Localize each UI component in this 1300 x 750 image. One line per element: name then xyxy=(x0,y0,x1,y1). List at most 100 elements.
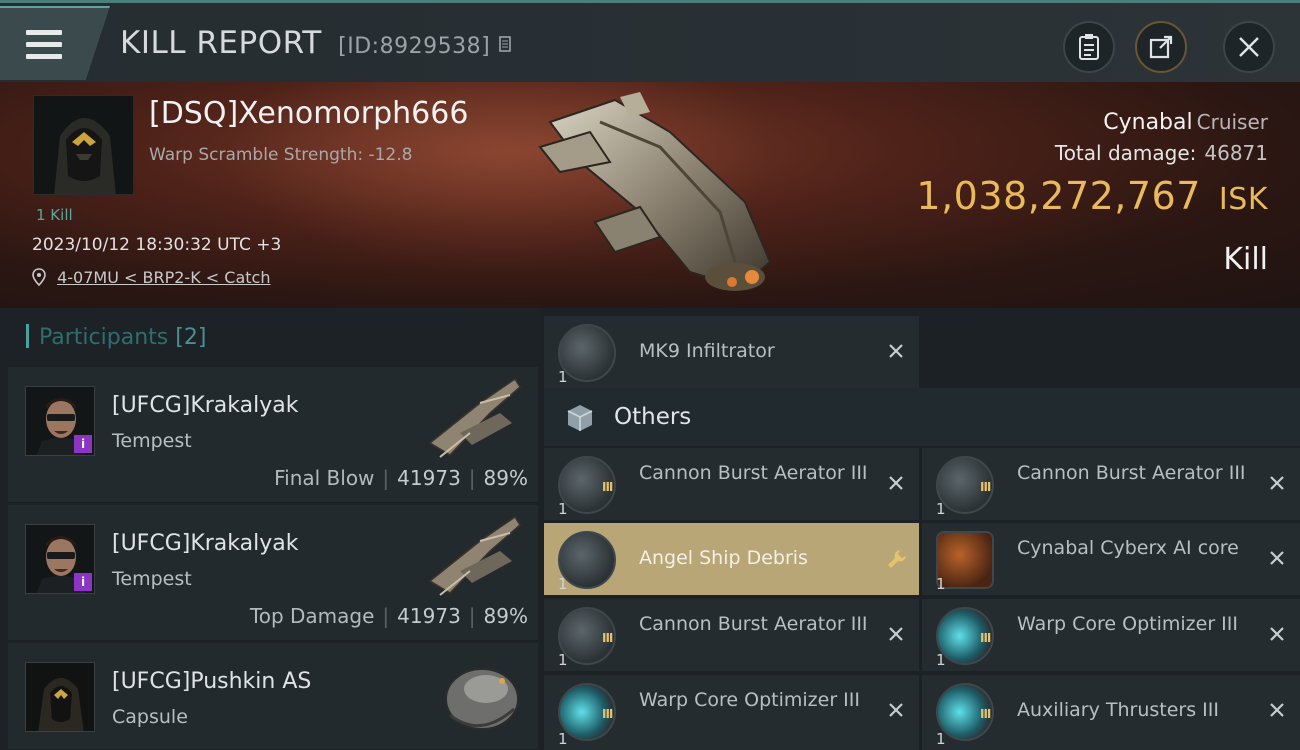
page-title: KILL REPORT [ID:8929538] xyxy=(120,25,514,61)
scramble-strength: Warp Scramble Strength: -12.8 xyxy=(149,145,413,165)
participant-ship: Capsule xyxy=(112,706,188,728)
item-label: Warp Core Optimizer III xyxy=(1017,613,1238,635)
participant-card[interactable]: i [UFCG]Krakalyak Tempest Final Blow | 419… xyxy=(8,367,538,503)
close-icon[interactable] xyxy=(1266,699,1288,721)
participants-count: [2] xyxy=(175,325,207,350)
kill-count: 1 Kill xyxy=(36,206,73,224)
item-row[interactable]: 1 MK9 Infiltrator xyxy=(544,316,919,388)
share-button[interactable] xyxy=(1135,21,1187,73)
header-bar: KILL REPORT [ID:8929538] xyxy=(0,3,1300,82)
kill-id[interactable]: [ID:8929538] xyxy=(338,34,514,59)
participant-name[interactable]: [UFCG]Krakalyak xyxy=(112,393,298,418)
close-icon[interactable] xyxy=(885,623,907,645)
participant-damage: 41973 xyxy=(397,466,461,490)
item-label: Auxiliary Thrusters III xyxy=(1017,699,1219,721)
item-quantity: 1 xyxy=(558,368,568,386)
victim-ship[interactable]: Cynabal Cruiser xyxy=(1103,110,1268,135)
copy-icon[interactable] xyxy=(498,35,514,55)
item-row-highlighted[interactable]: 1 Angel Ship Debris xyxy=(544,523,919,595)
item-label: Cannon Burst Aerator III xyxy=(639,613,868,635)
isk-value: 1,038,272,767 ISK xyxy=(916,174,1268,218)
info-badge[interactable]: i xyxy=(74,435,92,453)
participant-avatar[interactable] xyxy=(25,662,95,732)
item-quantity: 1 xyxy=(936,651,946,669)
kill-result: Kill xyxy=(1223,242,1268,277)
participant-ship: Tempest xyxy=(112,568,192,590)
tier-badge: III xyxy=(602,707,613,721)
participant-role: Top Damage xyxy=(249,604,375,628)
isk-amount: 1,038,272,767 xyxy=(916,174,1201,218)
close-icon[interactable] xyxy=(1266,623,1288,645)
item-label: Angel Ship Debris xyxy=(639,547,808,569)
share-icon xyxy=(1149,35,1173,59)
close-icon[interactable] xyxy=(1266,547,1288,569)
item-label: Cynabal Cyberx AI core xyxy=(1017,537,1239,559)
item-label: Cannon Burst Aerator III xyxy=(639,462,868,484)
close-icon[interactable] xyxy=(885,699,907,721)
item-quantity: 1 xyxy=(558,575,568,593)
total-damage-label: Total damage: xyxy=(1054,141,1197,165)
ship-name: Cynabal xyxy=(1103,110,1193,135)
item-label: Warp Core Optimizer III xyxy=(639,689,860,711)
info-badge[interactable]: i xyxy=(74,573,92,591)
item-quantity: 1 xyxy=(936,730,946,748)
participant-ship: Tempest xyxy=(112,430,192,452)
participant-stats: Final Blow | 41973 | 89% xyxy=(274,466,528,490)
tier-badge: III xyxy=(980,707,991,721)
tier-badge: III xyxy=(980,631,991,645)
tier-badge: III xyxy=(980,480,991,494)
kill-location[interactable]: 4-07MU < BRP2-K < Catch xyxy=(32,268,270,287)
participant-name[interactable]: [UFCG]Krakalyak xyxy=(112,531,298,556)
capsule-image xyxy=(445,668,519,730)
tier-badge: III xyxy=(602,480,613,494)
close-icon xyxy=(1239,37,1259,57)
close-icon[interactable] xyxy=(885,472,907,494)
clipboard-icon xyxy=(1079,34,1099,60)
item-row[interactable]: III 1 Warp Core Optimizer III xyxy=(922,599,1300,671)
item-row[interactable]: III 1 Cannon Burst Aerator III xyxy=(544,448,919,520)
victim-banner: [DSQ]Xenomorph666 Warp Scramble Strength… xyxy=(0,82,1300,308)
close-icon[interactable] xyxy=(885,340,907,362)
item-label: Cannon Burst Aerator III xyxy=(1017,462,1246,484)
participants-header: Participants [2] xyxy=(26,324,206,350)
item-row[interactable]: III 1 Warp Core Optimizer III xyxy=(544,675,919,750)
item-quantity: 1 xyxy=(936,575,946,593)
report-button[interactable] xyxy=(1063,21,1115,73)
participant-role: Final Blow xyxy=(274,466,375,490)
ship-class: Cruiser xyxy=(1196,110,1268,134)
section-marker xyxy=(26,324,29,348)
participant-percent: 89% xyxy=(483,604,528,628)
wrench-icon[interactable] xyxy=(885,547,909,571)
close-icon[interactable] xyxy=(1266,472,1288,494)
item-quantity: 1 xyxy=(936,500,946,518)
item-row[interactable]: III 1 Auxiliary Thrusters III xyxy=(922,675,1300,750)
tier-badge: III xyxy=(602,631,613,645)
item-quantity: 1 xyxy=(558,651,568,669)
participants-title: Participants xyxy=(39,325,169,350)
location-link[interactable]: 4-07MU < BRP2-K < Catch xyxy=(57,268,270,287)
participant-card[interactable]: [UFCG]Pushkin AS Capsule xyxy=(8,643,538,750)
item-row[interactable]: III 1 Cannon Burst Aerator III xyxy=(922,448,1300,520)
title-text: KILL REPORT xyxy=(120,25,322,61)
item-row[interactable]: 1 Cynabal Cyberx AI core xyxy=(922,523,1300,595)
victim-name[interactable]: [DSQ]Xenomorph666 xyxy=(149,96,468,131)
participant-percent: 89% xyxy=(483,466,528,490)
cube-icon xyxy=(567,405,593,431)
participant-avatar[interactable]: i xyxy=(25,524,95,594)
item-quantity: 1 xyxy=(558,730,568,748)
participant-name[interactable]: [UFCG]Pushkin AS xyxy=(112,669,311,694)
victim-portrait[interactable] xyxy=(33,95,134,195)
item-row[interactable]: III 1 Cannon Burst Aerator III xyxy=(544,599,919,671)
total-damage-value: 46871 xyxy=(1204,141,1268,165)
victim-avatar-image xyxy=(34,96,133,194)
victim-ship-image xyxy=(538,92,772,291)
hamburger-icon xyxy=(26,30,62,59)
participant-stats: Top Damage | 41973 | 89% xyxy=(249,604,528,628)
items-panel: 1 MK9 Infiltrator Others III 1 Cannon Bu… xyxy=(544,308,1300,750)
menu-button[interactable] xyxy=(0,6,110,80)
close-button[interactable] xyxy=(1223,21,1275,73)
others-section-header: Others xyxy=(544,388,1300,446)
participant-avatar[interactable]: i xyxy=(25,386,95,456)
total-damage: Total damage: 46871 xyxy=(1055,141,1268,165)
participant-card[interactable]: i [UFCG]Krakalyak Tempest Top Damage | 419… xyxy=(8,505,538,641)
